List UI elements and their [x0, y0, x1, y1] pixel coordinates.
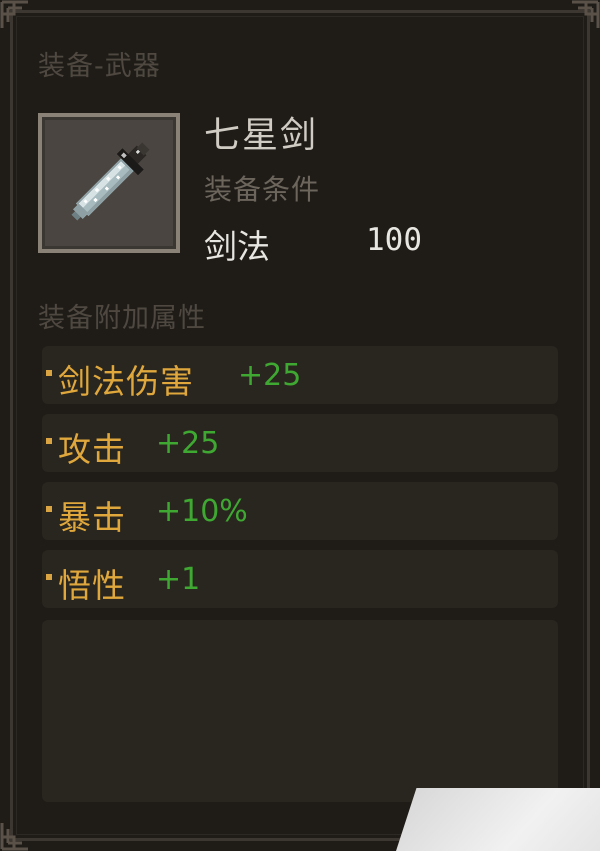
attribute-row: 攻击 +25 [42, 414, 558, 472]
corner-ornament-icon [0, 0, 30, 30]
requirement-stat: 剑法 [204, 227, 270, 266]
attribute-name: 暴击 [58, 498, 126, 537]
bullet-icon [46, 574, 52, 580]
attribute-row: 暴击 +10% [42, 482, 558, 540]
attribute-value: +1 [156, 562, 201, 597]
item-icon-slot[interactable] [38, 113, 180, 253]
corner-ornament-icon [570, 0, 600, 30]
item-tooltip-panel: 装备-武器 七星剑 装备条件 剑法 100 装备附加属性 剑法伤害 +25 攻击… [0, 0, 600, 851]
attribute-name: 攻击 [58, 430, 126, 469]
screen-glare-overlay [396, 788, 600, 851]
attribute-value: +10% [156, 494, 248, 529]
sword-icon [71, 142, 150, 221]
attribute-value: +25 [238, 358, 302, 393]
bullet-icon [46, 370, 52, 376]
corner-ornament-icon [0, 821, 30, 851]
attribute-name: 悟性 [58, 566, 126, 605]
bonus-attributes-title: 装备附加属性 [38, 303, 206, 334]
bullet-icon [46, 438, 52, 444]
attribute-row: 剑法伤害 +25 [42, 346, 558, 404]
item-name: 七星剑 [204, 115, 319, 156]
attribute-name: 剑法伤害 [58, 362, 194, 401]
item-category: 装备-武器 [38, 51, 161, 82]
requirement-value: 100 [366, 222, 422, 258]
attribute-row: 悟性 +1 [42, 550, 558, 608]
item-description-box [42, 620, 558, 802]
requirement-label: 装备条件 [204, 173, 321, 206]
bullet-icon [46, 506, 52, 512]
attribute-value: +25 [156, 426, 220, 461]
